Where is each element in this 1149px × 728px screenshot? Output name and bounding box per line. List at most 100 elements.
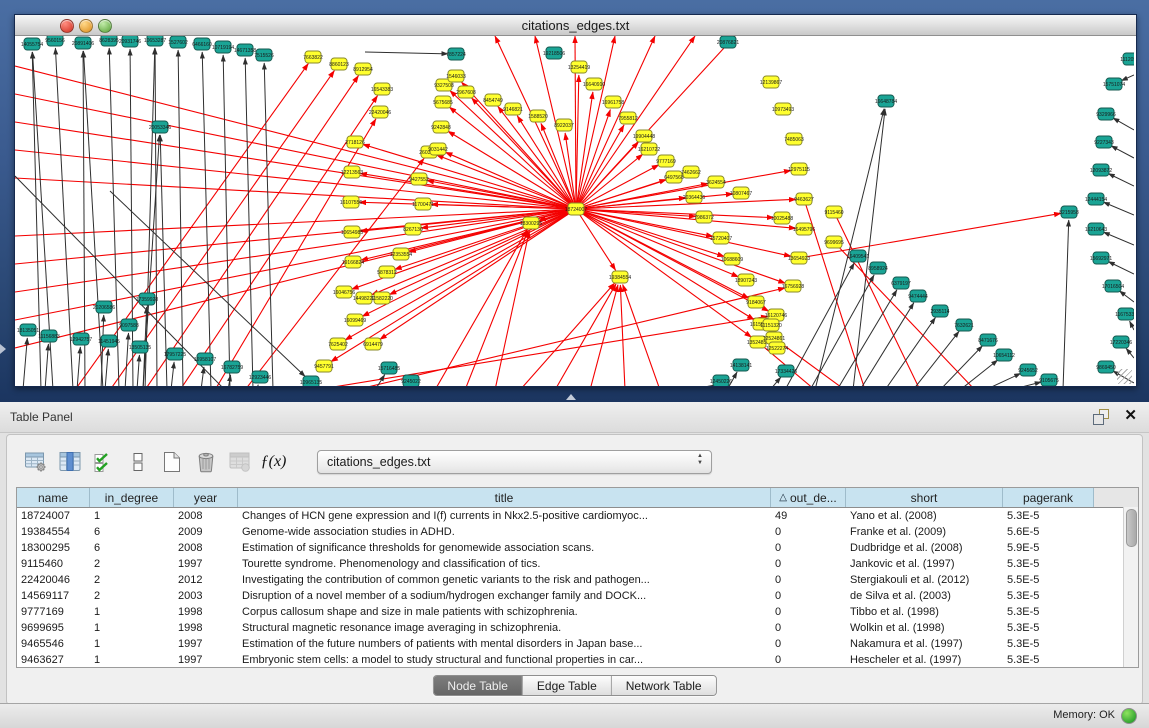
- table-cell[interactable]: 1997: [174, 636, 238, 652]
- citation-network-graph[interactable]: 1872400718300295193845541405575495601562…: [15, 36, 1134, 386]
- tab-edge-table[interactable]: Edge Table: [523, 676, 612, 695]
- table-cell[interactable]: Changes of HCN gene expression and I(f) …: [238, 508, 771, 524]
- graph-node[interactable]: 16640910: [583, 78, 605, 90]
- graph-node[interactable]: 13254419: [568, 61, 590, 73]
- graph-node[interactable]: 11675330: [1115, 308, 1134, 320]
- network-canvas[interactable]: 1872400718300295193845541405575495601562…: [15, 36, 1134, 386]
- graph-node[interactable]: 18300295: [520, 217, 542, 229]
- table-cell[interactable]: 1: [90, 652, 174, 668]
- table-cell[interactable]: 49: [771, 508, 846, 524]
- graph-node[interactable]: 8215958: [1059, 206, 1079, 218]
- graph-node[interactable]: 9474444: [908, 290, 928, 302]
- graph-node[interactable]: 7515526: [254, 49, 274, 61]
- table-cell[interactable]: 1: [90, 604, 174, 620]
- graph-node[interactable]: 18135051: [17, 324, 39, 336]
- graph-node[interactable]: 16756928: [782, 280, 804, 292]
- table-cell[interactable]: 6: [90, 540, 174, 556]
- graph-node[interactable]: 10807467: [730, 187, 752, 199]
- table-cell[interactable]: 0: [771, 620, 846, 636]
- table-scrollbar[interactable]: [1123, 507, 1138, 667]
- table-cell[interactable]: 9699695: [17, 620, 90, 636]
- graph-node[interactable]: 3624554: [706, 176, 726, 188]
- graph-node[interactable]: 22420046: [369, 106, 391, 118]
- graph-node[interactable]: 12444154: [1085, 193, 1107, 205]
- table-cell[interactable]: 0: [771, 652, 846, 668]
- table-cell[interactable]: 19384554: [17, 524, 90, 540]
- table-cell[interactable]: Dudbridge et al. (2008): [846, 540, 1003, 556]
- table-cell[interactable]: 1997: [174, 556, 238, 572]
- graph-node[interactable]: 5675685: [433, 96, 453, 108]
- graph-node[interactable]: 9242848: [431, 121, 451, 133]
- column-header-year[interactable]: year: [174, 488, 238, 507]
- graph-node[interactable]: 9245652: [1018, 364, 1038, 376]
- graph-node[interactable]: 9184067: [746, 296, 766, 308]
- graph-node[interactable]: 9245022: [401, 375, 421, 386]
- column-header-name[interactable]: name: [17, 488, 90, 507]
- table-scrollbar-thumb[interactable]: [1126, 509, 1137, 547]
- graph-node[interactable]: 16648784: [875, 95, 897, 107]
- graph-node[interactable]: 11700471: [412, 198, 434, 210]
- table-cell[interactable]: 9777169: [17, 604, 90, 620]
- table-cell[interactable]: Corpus callosum shape and size in male p…: [238, 604, 771, 620]
- table-cell[interactable]: 0: [771, 556, 846, 572]
- graph-node[interactable]: 20876821: [717, 36, 739, 48]
- graph-node[interactable]: 9869450: [1096, 361, 1116, 373]
- graph-node[interactable]: 2718126: [345, 136, 365, 148]
- graph-node[interactable]: 19904448: [633, 130, 655, 142]
- column-select-icon[interactable]: [57, 450, 82, 475]
- table-cell[interactable]: 5.3E-5: [1003, 652, 1094, 668]
- graph-node[interactable]: 2935114: [930, 305, 949, 317]
- tab-node-table[interactable]: Node Table: [433, 676, 523, 695]
- network-view-window[interactable]: citations_edges.txt 18724007183002951938…: [14, 14, 1137, 387]
- delete-rows-icon[interactable]: [193, 450, 218, 475]
- table-cell[interactable]: 0: [771, 588, 846, 604]
- graph-node[interactable]: 9699695: [824, 236, 844, 248]
- table-row[interactable]: 977716911998Corpus callosum shape and si…: [17, 604, 1138, 620]
- row-check-icon[interactable]: [91, 450, 116, 475]
- new-table-icon[interactable]: [159, 450, 184, 475]
- table-cell[interactable]: 0: [771, 540, 846, 556]
- graph-node[interactable]: 8471676: [978, 334, 998, 346]
- table-row[interactable]: 1830029562008Estimation of significance …: [17, 540, 1138, 556]
- table-cell[interactable]: 0: [771, 604, 846, 620]
- table-cell[interactable]: 2: [90, 588, 174, 604]
- table-cell[interactable]: 18724007: [17, 508, 90, 524]
- table-cell[interactable]: 1: [90, 620, 174, 636]
- table-cell[interactable]: 2008: [174, 508, 238, 524]
- graph-node[interactable]: 8267130: [403, 223, 423, 235]
- table-cell[interactable]: 2012: [174, 572, 238, 588]
- column-header-pagerank[interactable]: pagerank: [1003, 488, 1094, 507]
- graph-node[interactable]: 16495796: [793, 223, 815, 235]
- graph-node[interactable]: 10654112: [993, 349, 1015, 361]
- table-cell[interactable]: 5.3E-5: [1003, 556, 1094, 572]
- graph-node[interactable]: 12942757: [70, 333, 92, 345]
- graph-node[interactable]: 19218506: [543, 47, 565, 59]
- table-cell[interactable]: 0: [771, 524, 846, 540]
- tab-network-table[interactable]: Network Table: [612, 676, 716, 695]
- graph-node[interactable]: 9329966: [1096, 108, 1116, 120]
- graph-node[interactable]: 15716485: [378, 362, 400, 374]
- table-cell[interactable]: Hescheler et al. (1997): [846, 652, 1003, 668]
- table-cell[interactable]: Yano et al. (2008): [846, 508, 1003, 524]
- graph-node[interactable]: 9105675: [1039, 374, 1059, 386]
- table-cell[interactable]: 5.9E-5: [1003, 540, 1094, 556]
- table-cell[interactable]: Structural magnetic resonance image aver…: [238, 620, 771, 636]
- table-cell[interactable]: 2003: [174, 588, 238, 604]
- graph-node[interactable]: 16210722: [638, 143, 660, 155]
- graph-node[interactable]: 9463627: [794, 193, 814, 205]
- graph-node[interactable]: 20206586: [93, 301, 115, 313]
- graph-node[interactable]: 13654923: [788, 252, 810, 264]
- graph-node[interactable]: 8912954: [353, 63, 373, 75]
- graph-node[interactable]: 9427552: [409, 173, 429, 185]
- graph-node[interactable]: 16782759: [221, 361, 243, 373]
- graph-node[interactable]: 20891406: [72, 37, 94, 49]
- table-cell[interactable]: de Silva et al. (2003): [846, 588, 1003, 604]
- graph-node[interactable]: 5878312: [377, 266, 397, 278]
- table-cell[interactable]: 2: [90, 556, 174, 572]
- graph-node[interactable]: 2967608: [456, 86, 476, 98]
- graph-node[interactable]: 16961758: [602, 96, 624, 108]
- graph-node[interactable]: 14671358: [234, 44, 256, 56]
- graph-node[interactable]: 9146821: [503, 103, 523, 115]
- graph-node[interactable]: 9097588: [119, 319, 139, 331]
- graph-node[interactable]: 8922037: [554, 119, 574, 131]
